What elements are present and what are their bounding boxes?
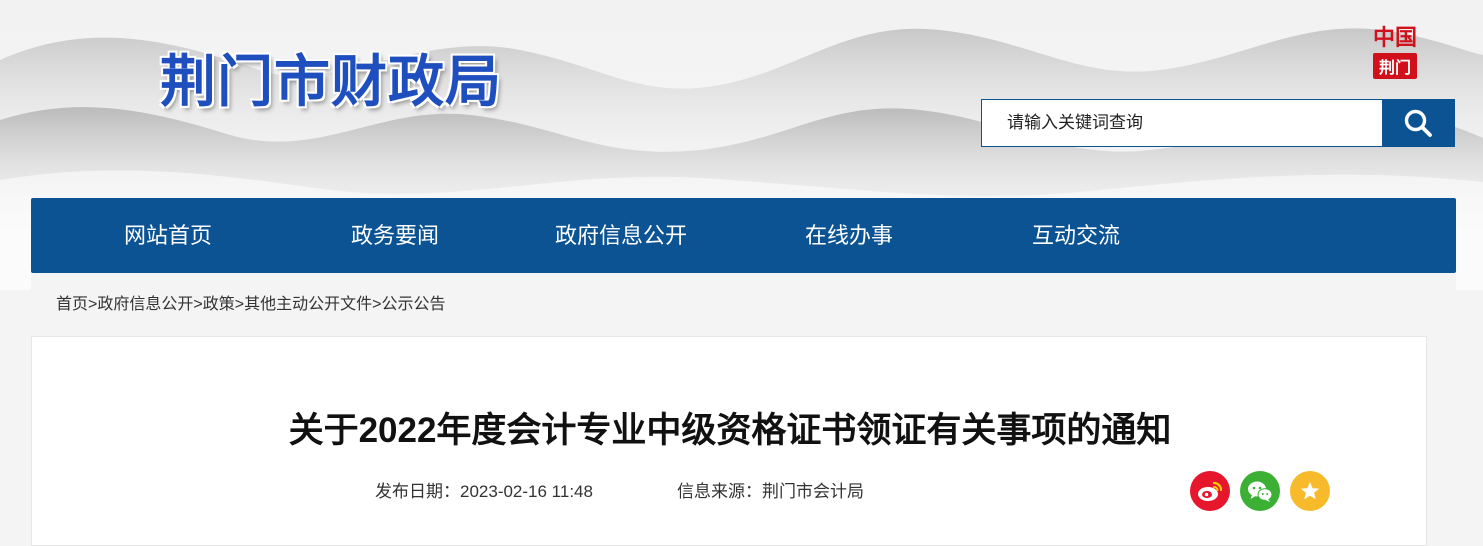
breadcrumb-link-announcements[interactable]: 公示公告 [381,296,445,313]
site-title[interactable]: 荆门市财政局 [160,44,502,120]
breadcrumb-link-policy[interactable]: 政策 [203,296,235,313]
search-input[interactable] [982,100,1382,146]
article-panel: 关于2022年度会计专业中级资格证书领证有关事项的通知 发布日期：2023-02… [31,336,1427,546]
nav-item-government-news[interactable]: 政务要闻 [351,198,439,273]
svg-text:中国: 中国 [1373,25,1417,51]
breadcrumb-separator: > [193,296,203,313]
search-icon [1404,109,1432,137]
china-jingmen-seal-logo: 中国 荆门 [1373,25,1417,79]
nav-item-interaction[interactable]: 互动交流 [1032,198,1120,273]
favorite-star-icon [1300,482,1320,500]
breadcrumb-link-other-files[interactable]: 其他主动公开文件 [244,296,372,313]
search-box [981,99,1455,147]
search-button[interactable] [1382,100,1454,146]
breadcrumb-link-info-disclosure[interactable]: 政府信息公开 [97,296,193,313]
breadcrumb-separator: > [88,296,98,313]
publish-date: 发布日期：2023-02-16 11:48 [375,482,593,501]
share-weibo-button[interactable] [1190,471,1230,511]
breadcrumb-separator: > [234,296,245,313]
add-favorite-button[interactable] [1290,471,1330,511]
nav-item-home[interactable]: 网站首页 [124,198,212,273]
breadcrumb: 首页>政府信息公开>政策>其他主动公开文件>公示公告 [56,273,445,336]
nav-item-online-services[interactable]: 在线办事 [805,198,893,273]
article-title: 关于2022年度会计专业中级资格证书领证有关事项的通知 [288,411,1172,450]
share-wechat-button[interactable] [1240,471,1280,511]
nav-item-info-disclosure[interactable]: 政府信息公开 [555,198,687,273]
main-navigation: 网站首页 政务要闻 政府信息公开 在线办事 互动交流 [31,198,1456,273]
breadcrumb-bar: 首页>政府信息公开>政策>其他主动公开文件>公示公告 [31,273,1456,336]
breadcrumb-link-home[interactable]: 首页 [56,296,88,313]
weibo-icon [1198,481,1223,501]
info-source: 信息来源：荆门市会计局 [677,482,864,501]
svg-text:荆门: 荆门 [1379,58,1411,77]
wechat-icon [1248,481,1273,502]
